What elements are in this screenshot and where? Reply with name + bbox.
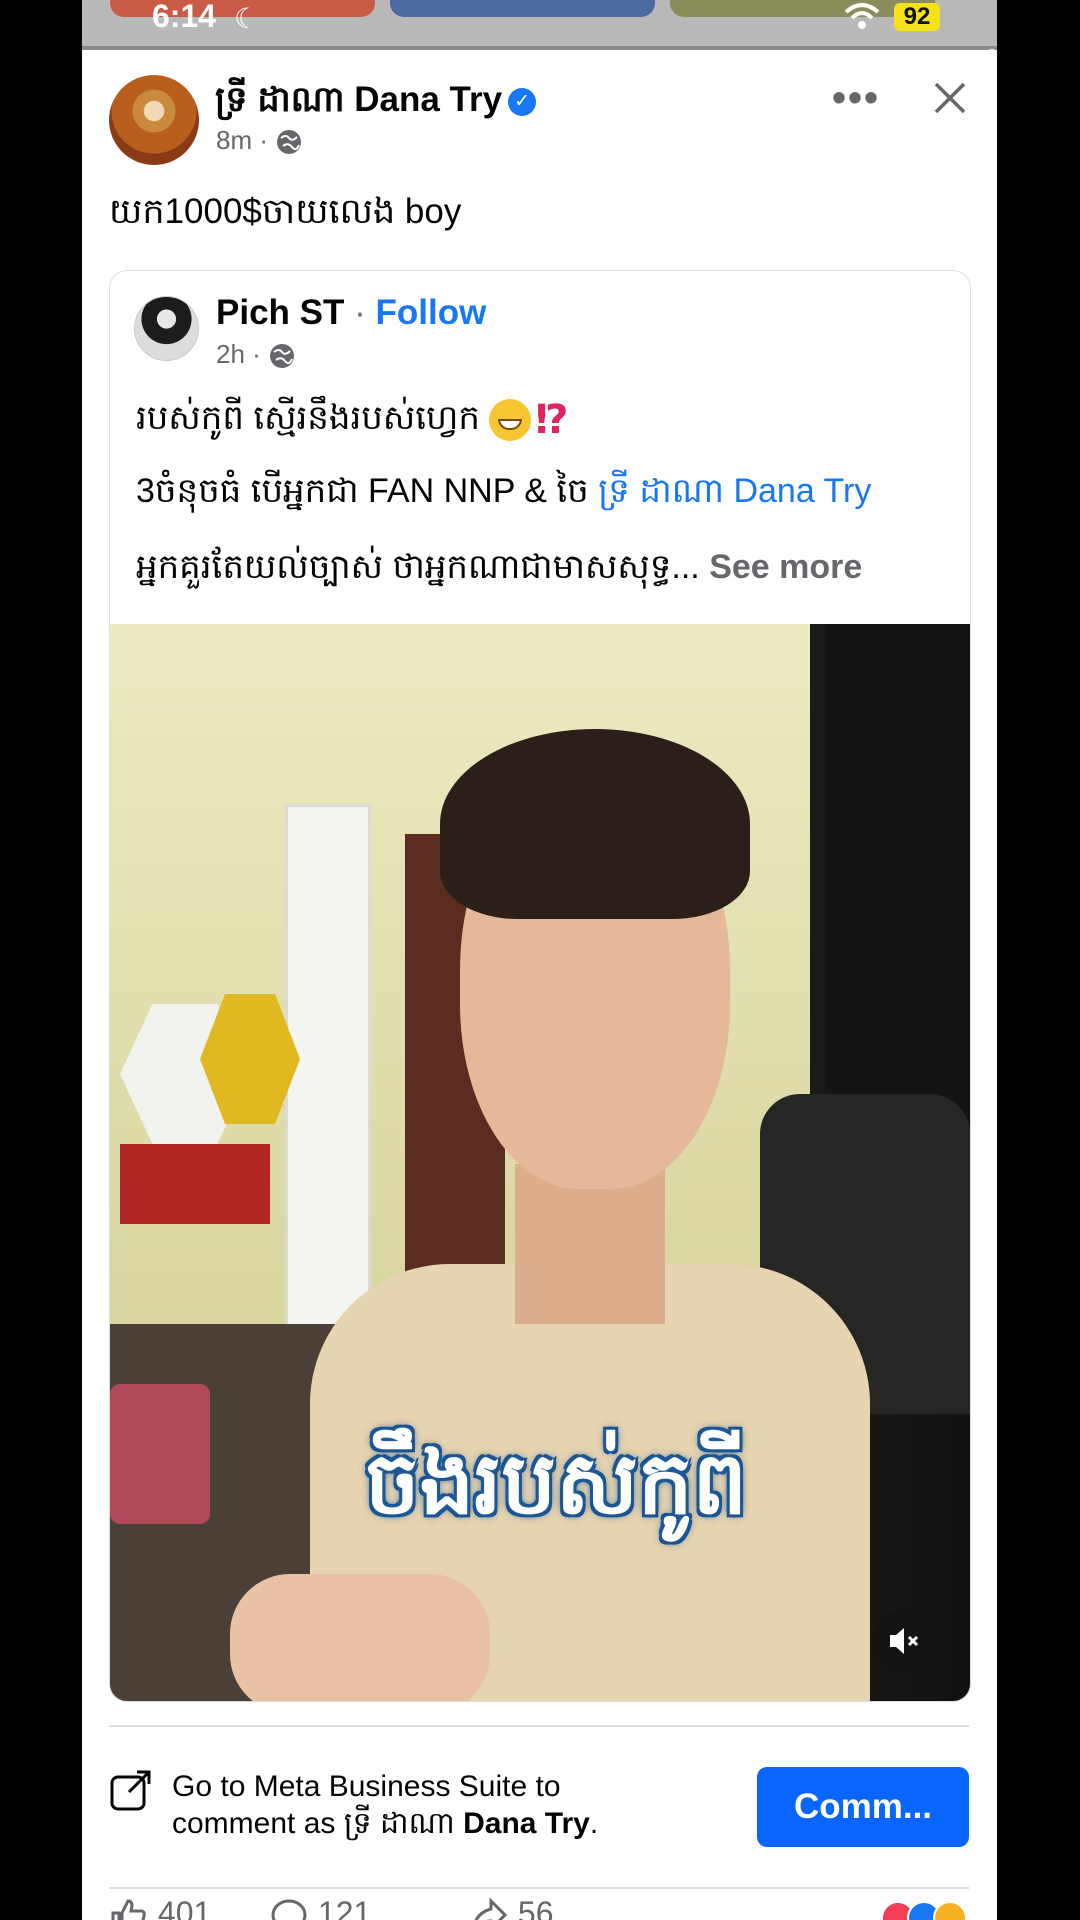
mention-link[interactable]: ទ្រី ដាណា Dana Try (598, 472, 871, 510)
video-caption: ចឹងរបស់កូពី (365, 1434, 748, 1534)
shared-author-name[interactable]: Pich ST (216, 293, 344, 332)
status-bar: 6:14 ☾ 92 (82, 0, 997, 50)
reaction-icons[interactable] (881, 1901, 967, 1920)
close-icon[interactable] (930, 78, 970, 118)
video-player[interactable]: ចឹងរបស់កូពី (110, 624, 970, 1701)
like-count-item[interactable]: 401 (109, 1895, 211, 1920)
shared-text: របស់កូពី ស្មើរនឹងរបស់ហ្វេក (136, 399, 480, 437)
notice-text: comment as ទ្រី ដាណា (172, 1807, 464, 1840)
speaker-muted-icon (890, 1628, 919, 1654)
post-meta: 8m · (216, 125, 303, 156)
haha-reaction-icon (933, 1901, 967, 1920)
shared-text-line-2: 3ចំនុចធំ បើអ្នកជា FAN NNP & ចៃ ទ្រី ដាណា… (136, 469, 871, 519)
grinning-emoji-icon (489, 399, 532, 442)
notice-page-name: Dana Try (463, 1807, 590, 1840)
more-options-icon[interactable]: ••• (832, 76, 880, 121)
video-red-box (120, 1144, 270, 1224)
shared-post-card[interactable]: Pich ST · Follow 2h · របស់កូពី ស្មើរនឹងរ… (109, 270, 971, 1702)
divider (109, 1725, 969, 1727)
notice-line-2: comment as ទ្រី ដាណា Dana Try. (172, 1805, 598, 1842)
business-suite-notice: Go to Meta Business Suite to comment as … (172, 1768, 598, 1842)
watermark-logo (972, 49, 997, 85)
video-person-hand (230, 1574, 490, 1701)
shared-post-meta: 2h · (216, 339, 296, 370)
author-name[interactable]: ទ្រី ដាណា Dana Try (215, 80, 502, 119)
follow-button[interactable]: Follow (376, 293, 487, 332)
mute-button[interactable] (872, 1609, 936, 1673)
status-divider (82, 46, 997, 50)
post-time[interactable]: 8m (216, 125, 252, 155)
battery-indicator: 92 (894, 3, 940, 31)
meta-separator: · (252, 339, 269, 369)
shared-text-line-1: របស់កូពី ស្មើរនឹងរបស់ហ្វេក ⁉ (136, 396, 569, 446)
globe-icon (277, 130, 302, 155)
author-avatar[interactable] (109, 75, 199, 165)
comment-button[interactable]: Comm... (757, 1767, 969, 1847)
comment-count-item[interactable]: 121 (269, 1895, 371, 1920)
meta-separator: · (259, 125, 276, 155)
reactions-row: 401 121 56 (109, 1895, 969, 1920)
shared-text: 3ចំនុចធំ បើអ្នកជា FAN NNP & ចៃ (136, 472, 599, 510)
notice-suffix: . (589, 1807, 599, 1840)
comment-icon (271, 1899, 307, 1920)
like-icon (111, 1899, 146, 1920)
author-name-row[interactable]: ទ្រី ដាណា Dana Try ✓ (215, 78, 537, 129)
share-count: 56 (517, 1895, 554, 1920)
divider (109, 1887, 969, 1889)
see-more-link[interactable]: See more (709, 548, 862, 586)
shared-post-time[interactable]: 2h (216, 339, 245, 369)
like-count: 401 (157, 1895, 212, 1920)
moon-icon: ☾ (234, 3, 260, 34)
shared-author-row: Pich ST · Follow (216, 293, 486, 333)
verified-badge-icon: ✓ (508, 87, 537, 116)
post-caption: យក1000$ចាយលេង boy (109, 192, 462, 231)
phone-screen: 6:14 ☾ 92 ទ្រី ដាណា Dana Try ✓ 8m · ••• យ… (82, 0, 997, 1920)
share-icon (474, 1896, 508, 1920)
shared-text: អ្នកគួរតែយល់ច្បាស់ ថាអ្នកណាជាមាសសុទ្ធ... (136, 548, 700, 586)
comment-count: 121 (317, 1895, 372, 1920)
share-count-item[interactable]: 56 (469, 1895, 553, 1920)
globe-icon (270, 344, 295, 369)
external-link-icon (110, 1770, 151, 1811)
notice-line-1: Go to Meta Business Suite to (172, 1770, 561, 1803)
shared-text-line-3: អ្នកគួរតែយល់ច្បាស់ ថាអ្នកណាជាមាសសុទ្ធ...… (136, 545, 862, 595)
video-jar (110, 1384, 210, 1524)
name-separator: · (354, 293, 366, 332)
video-person-hair (440, 729, 750, 919)
interrobang-emoji-icon: ⁉ (535, 398, 569, 443)
notification-pill (390, 0, 655, 17)
shared-author-avatar[interactable] (134, 296, 199, 361)
status-time: 6:14 (152, 0, 217, 34)
wifi-icon (844, 3, 880, 29)
